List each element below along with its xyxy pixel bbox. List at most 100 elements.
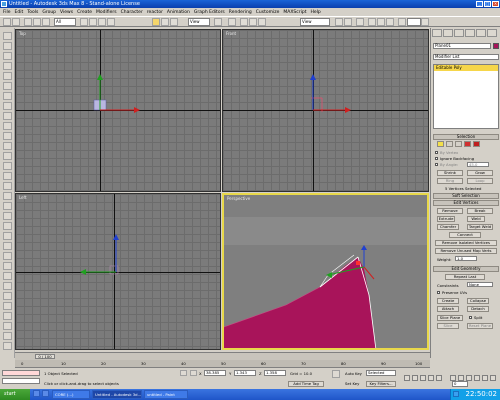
auto-key-button[interactable]: Auto Key [345, 371, 362, 376]
slice-button[interactable]: Slice [437, 323, 459, 329]
add-time-tag-button[interactable]: Add Time Tag [288, 381, 324, 387]
modifier-stack[interactable]: Editable Poly [433, 64, 499, 129]
title-bar[interactable]: Untitled - Autodesk 3ds Max 8 - Stand-al… [0, 0, 500, 8]
detach-button[interactable]: Detach [467, 306, 489, 312]
weld-button[interactable]: Weld [467, 216, 485, 222]
remove-button[interactable]: Remove [437, 208, 463, 214]
motion-tab-icon[interactable] [465, 29, 475, 37]
tool-icon-13[interactable] [3, 152, 12, 160]
tool-icon-31[interactable] [3, 332, 12, 340]
ring-button[interactable]: Ring [437, 178, 463, 184]
percent-snap-icon[interactable] [258, 18, 266, 26]
preserve-uvs-checkbox[interactable] [437, 291, 440, 294]
split-checkbox[interactable] [469, 316, 472, 319]
polygon-subobject-icon[interactable] [464, 141, 471, 147]
tool-icon-10[interactable] [3, 122, 12, 130]
render-scene-icon[interactable] [398, 18, 406, 26]
selection-filter-dropdown[interactable]: All [54, 18, 76, 26]
repeat-last-button[interactable]: Repeat Last [445, 274, 485, 280]
select-and-link-icon[interactable] [24, 18, 32, 26]
constraints-dropdown[interactable]: None [467, 282, 493, 287]
clock[interactable]: 22:50:02 [466, 390, 497, 398]
element-subobject-icon[interactable] [473, 141, 480, 147]
x-coordinate-field[interactable]: 38.385 [204, 370, 226, 376]
display-tab-icon[interactable] [476, 29, 486, 37]
select-and-rotate-icon[interactable] [161, 18, 169, 26]
set-key-icon[interactable] [332, 370, 340, 378]
undo-icon[interactable] [3, 18, 11, 26]
tool-icon-25[interactable] [3, 272, 12, 280]
reference-coordinate-dropdown[interactable]: View [188, 18, 210, 26]
viewport-top[interactable]: Top [15, 29, 221, 192]
hierarchy-tab-icon[interactable] [454, 29, 464, 37]
schematic-view-icon[interactable] [377, 18, 385, 26]
maxscript-listener-field[interactable] [2, 370, 40, 376]
object-name-field[interactable]: Plane01 [433, 43, 491, 49]
minimize-button[interactable]: _ [476, 1, 483, 7]
vertex-subobject-icon[interactable] [437, 141, 444, 147]
auto-key-dropdown[interactable]: Selected [366, 370, 396, 376]
tool-icon-11[interactable] [3, 132, 12, 140]
weight-spinner[interactable]: 1.0 [455, 256, 477, 261]
angle-snap-icon[interactable] [249, 18, 257, 26]
menu-customize[interactable]: Customize [256, 10, 280, 15]
previous-frame-icon[interactable] [412, 375, 418, 381]
menu-modifiers[interactable]: Modifiers [96, 10, 117, 15]
tool-icon-12[interactable] [3, 142, 12, 150]
by-angle-checkbox[interactable] [435, 163, 438, 166]
viewport-perspective[interactable]: Perspective [222, 193, 429, 350]
taskbar-item[interactable]: CORE (...) [52, 390, 90, 399]
go-to-start-icon[interactable] [404, 375, 410, 381]
rollout-soft-selection[interactable]: Soft Selection [433, 193, 499, 199]
lock-selection-icon[interactable] [180, 370, 187, 376]
loop-button[interactable]: Loop [467, 178, 493, 184]
pan-icon[interactable] [474, 375, 480, 381]
tool-icon-7[interactable] [3, 92, 12, 100]
quick-launch-icon[interactable] [42, 390, 49, 397]
close-button[interactable]: × [492, 1, 499, 7]
create-tab-icon[interactable] [432, 29, 442, 37]
tool-icon-30[interactable] [3, 322, 12, 330]
tool-icon-9[interactable] [3, 112, 12, 120]
tool-icon-2[interactable] [3, 42, 12, 50]
unlink-icon[interactable] [33, 18, 41, 26]
tool-icon-14[interactable] [3, 162, 12, 170]
time-slider[interactable]: 0 / 100 [35, 354, 55, 359]
time-slider-track[interactable]: 0 / 100 [15, 352, 430, 360]
viewport-front[interactable]: Front [222, 29, 429, 192]
select-by-name-icon[interactable] [89, 18, 97, 26]
tool-icon-1[interactable] [3, 32, 12, 40]
menu-rendering[interactable]: Rendering [229, 10, 252, 15]
tool-icon-8[interactable] [3, 102, 12, 110]
shrink-button[interactable]: Shrink [437, 170, 463, 176]
maximize-viewport-icon[interactable] [490, 375, 496, 381]
collapse-button[interactable]: Collapse [467, 298, 489, 304]
curve-editor-icon[interactable] [368, 18, 376, 26]
zoom-all-icon[interactable] [458, 375, 464, 381]
tool-icon-26[interactable] [3, 282, 12, 290]
quick-launch-icon[interactable] [33, 390, 40, 397]
tool-icon-32[interactable] [3, 342, 12, 350]
select-and-scale-icon[interactable] [170, 18, 178, 26]
layer-manager-icon[interactable] [356, 18, 364, 26]
set-key-button[interactable]: Set Key [345, 381, 359, 386]
border-subobject-icon[interactable] [455, 141, 462, 147]
object-color-swatch[interactable] [493, 43, 499, 49]
window-crossing-icon[interactable] [107, 18, 115, 26]
tool-icon-22[interactable] [3, 242, 12, 250]
tool-icon-6[interactable] [3, 82, 12, 90]
menu-file[interactable]: File [3, 10, 11, 15]
material-editor-icon[interactable] [386, 18, 394, 26]
reset-plane-button[interactable]: Reset Plane [467, 323, 493, 329]
play-icon[interactable] [420, 375, 426, 381]
start-button[interactable]: start [0, 389, 30, 400]
modifier-list-dropdown[interactable]: Modifier List [433, 54, 499, 60]
slice-plane-button[interactable]: Slice Plane [437, 315, 463, 321]
menu-tools[interactable]: Tools [27, 10, 38, 15]
tool-icon-5[interactable] [3, 72, 12, 80]
connect-button[interactable]: Connect [449, 232, 481, 238]
tool-icon-24[interactable] [3, 262, 12, 270]
select-and-move-icon[interactable] [152, 18, 160, 26]
rollout-edit-geometry[interactable]: Edit Geometry [433, 266, 499, 272]
rectangular-selection-icon[interactable] [98, 18, 106, 26]
